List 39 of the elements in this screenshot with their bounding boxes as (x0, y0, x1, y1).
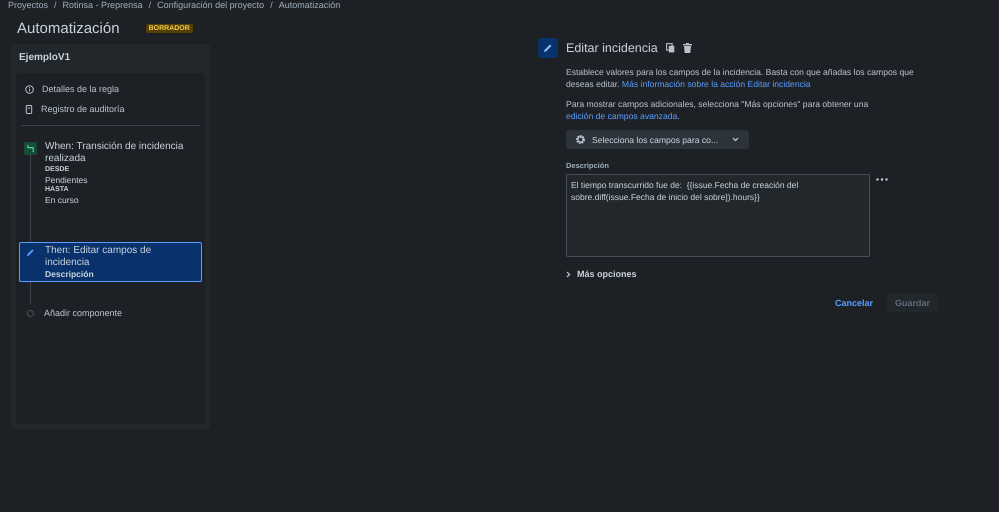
delete-icon[interactable] (682, 43, 692, 53)
pencil-badge-icon (538, 38, 558, 58)
editor-title: Editar incidencia (566, 41, 658, 55)
help-link[interactable]: Más información sobre la acción Editar incidencia (622, 79, 811, 89)
rule-menu-item[interactable]: Registro de auditoría (41, 104, 125, 114)
more-options-toggle[interactable]: Más opciones (566, 269, 637, 279)
branch-icon (26, 144, 35, 153)
description-field[interactable]: El tiempo transcurrido fue de: {{issue.Fecha de creación del sobre.diff(issue.Fecha de inicio del sobre]).hours}} (566, 174, 870, 257)
breadcrumb-separator: / (54, 0, 57, 10)
field-picker-dropdown[interactable]: Selecciona los campos para co... (566, 130, 750, 149)
caret-icon (732, 137, 740, 142)
page-title: Automatización (17, 20, 120, 36)
more-icon[interactable] (876, 178, 888, 181)
cancel-button[interactable]: Cancelar (826, 293, 881, 312)
hint-text: Para mostrar campos adicionales, selecciona "Más opciones" para obtener una edición de campos avanzada. (566, 98, 870, 122)
step-title: When: Transición de incidencia realizada (45, 141, 184, 165)
breadcrumb-separator: / (270, 0, 273, 10)
info-icon (25, 84, 34, 94)
document-icon (25, 104, 33, 114)
gear-icon (575, 134, 586, 145)
breadcrumb-link[interactable]: Automatización (278, 0, 340, 10)
step-detail: Descripción (45, 269, 95, 279)
chevron-icon (566, 270, 571, 278)
step-detail: Pendientes (45, 175, 89, 185)
rule-menu-item[interactable]: Detalles de la regla (42, 84, 120, 94)
copy-icon[interactable] (666, 43, 675, 53)
advanced-edit-link[interactable]: edición de campos avanzada (566, 111, 678, 121)
add-component-link[interactable]: Añadir componente (44, 308, 122, 318)
pencil-icon (26, 248, 35, 257)
breadcrumb-link[interactable]: Proyectos (8, 0, 48, 10)
intro-text: Establece valores para los campos de la incidencia. Basta con que añadas los campos que deseas editar. Más información sobre la acción Editar incidencia (566, 66, 915, 90)
step-detail: En curso (45, 195, 80, 205)
breadcrumb-link[interactable]: Rotinsa - Preprensa (62, 0, 143, 10)
rule-step[interactable]: Then: Editar campos de incidencia Descripción (19, 242, 202, 282)
breadcrumb-separator: / (148, 0, 152, 10)
step-title: Then: Editar campos de incidencia (45, 245, 152, 269)
breadcrumb-link[interactable]: Configuración del proyecto (157, 0, 264, 10)
add-node-icon (27, 310, 34, 316)
rule-name: EjemploV1 (18, 52, 72, 65)
